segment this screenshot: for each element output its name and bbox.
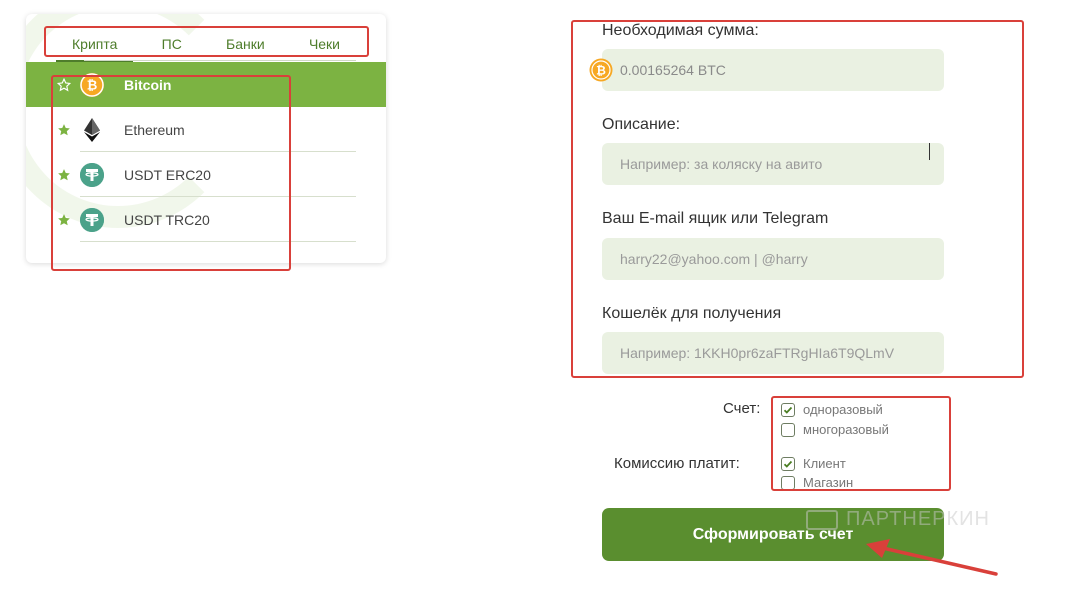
tether-icon bbox=[80, 162, 104, 187]
amount-label: Необходимая сумма: bbox=[602, 22, 759, 39]
option-label: Клиент bbox=[803, 456, 846, 471]
bitcoin-icon: ₿ bbox=[589, 58, 613, 82]
option-label: одноразовый bbox=[803, 402, 883, 417]
coin-item-usdt-trc20[interactable]: USDT TRC20 bbox=[26, 197, 386, 242]
commission-shop-option[interactable]: Магазин bbox=[781, 475, 853, 490]
tab-checks[interactable]: Чеки bbox=[293, 32, 356, 62]
coin-name: USDT ERC20 bbox=[124, 166, 211, 183]
wallet-field[interactable] bbox=[602, 332, 944, 374]
coin-name: Bitcoin bbox=[124, 76, 172, 93]
tab-payment-systems[interactable]: ПС bbox=[146, 32, 198, 62]
wallet-label: Кошелёк для получения bbox=[602, 305, 782, 322]
contact-label: Ваш E-mail ящик или Telegram bbox=[602, 210, 829, 227]
svg-text:₿: ₿ bbox=[87, 78, 98, 93]
favorite-star-icon[interactable] bbox=[57, 213, 71, 227]
coin-name: USDT TRC20 bbox=[124, 211, 210, 228]
bitcoin-icon: ₿ bbox=[80, 72, 104, 97]
description-label: Описание: bbox=[602, 116, 681, 133]
watermark-logo-icon bbox=[806, 509, 838, 530]
coin-item-bitcoin[interactable]: ₿ Bitcoin bbox=[26, 62, 386, 107]
option-label: многоразовый bbox=[803, 422, 889, 437]
watermark: ПАРТНЕРКИН bbox=[806, 508, 990, 531]
tether-icon bbox=[80, 207, 104, 232]
ethereum-icon bbox=[80, 117, 104, 142]
svg-text:₿: ₿ bbox=[596, 64, 606, 78]
invoice-reusable-option[interactable]: многоразовый bbox=[781, 422, 889, 437]
coin-name: Ethereum bbox=[124, 121, 185, 138]
text-cursor bbox=[929, 143, 930, 160]
watermark-text: ПАРТНЕРКИН bbox=[846, 508, 990, 530]
tabs-divider bbox=[84, 60, 356, 61]
favorite-star-icon[interactable] bbox=[57, 123, 71, 137]
checkbox-unchecked[interactable] bbox=[781, 475, 795, 490]
invoice-type-label: Счет: bbox=[723, 400, 761, 417]
tab-bar: Крипта ПС Банки Чеки bbox=[56, 32, 356, 62]
commission-client-option[interactable]: Клиент bbox=[781, 456, 846, 471]
checkbox-checked[interactable] bbox=[781, 402, 795, 417]
option-label: Магазин bbox=[803, 475, 854, 490]
checkbox-checked[interactable] bbox=[781, 456, 795, 471]
favorite-star-icon[interactable] bbox=[57, 77, 71, 92]
favorite-star-icon[interactable] bbox=[57, 168, 71, 182]
tab-banks[interactable]: Банки bbox=[210, 32, 281, 62]
invoice-single-option[interactable]: одноразовый bbox=[781, 402, 883, 417]
tab-crypto[interactable]: Крипта bbox=[56, 32, 134, 62]
checkbox-unchecked[interactable] bbox=[781, 422, 795, 437]
coin-list: ₿ Bitcoin Ethereum USDT ERC20 USDT TRC20 bbox=[26, 62, 386, 242]
asset-selector-panel: Крипта ПС Банки Чеки ₿ Bitcoin Ethereum bbox=[26, 14, 386, 263]
description-field[interactable] bbox=[602, 143, 944, 185]
amount-field[interactable] bbox=[602, 49, 944, 91]
commission-payer-label: Комиссию платит: bbox=[614, 455, 740, 472]
coin-item-ethereum[interactable]: Ethereum bbox=[26, 107, 386, 152]
coin-item-usdt-erc20[interactable]: USDT ERC20 bbox=[26, 152, 386, 197]
contact-field[interactable] bbox=[602, 238, 944, 280]
